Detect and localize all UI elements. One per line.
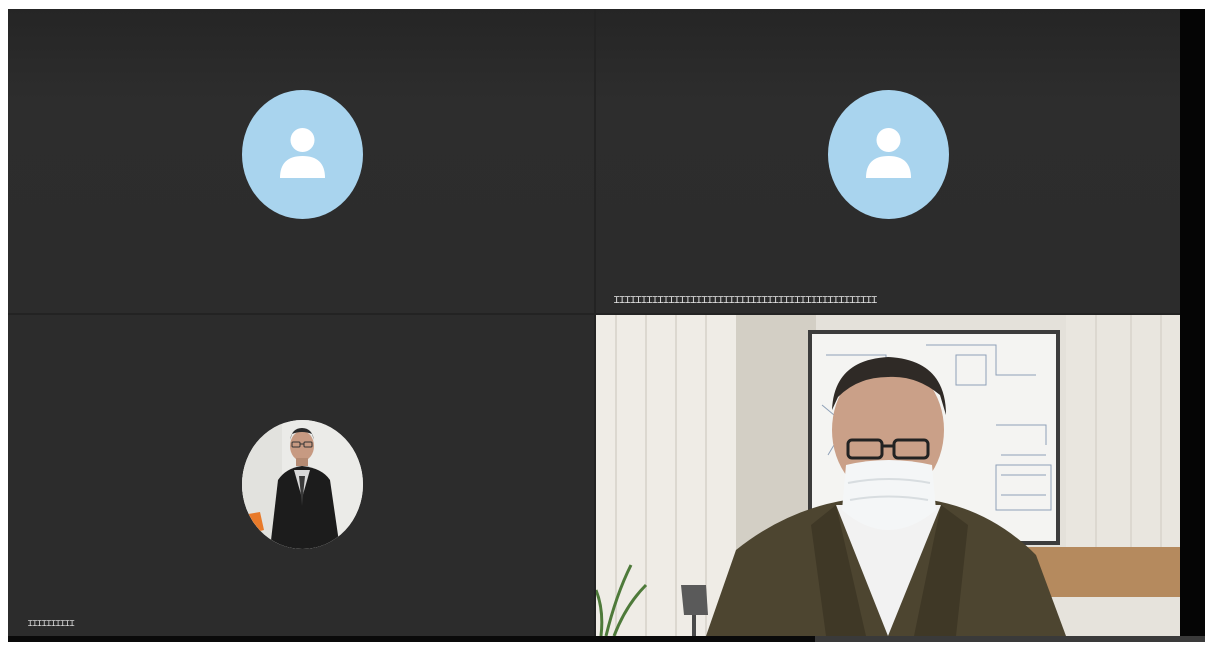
participant-name-label: ꞮꞮꞮꞮꞮꞮꞮꞮꞮꞮ — [28, 619, 75, 628]
live-video-feed — [596, 315, 1180, 636]
participant-name-label: ꞮꞮꞮꞮꞮꞮꞮꞮꞮꞮꞮꞮꞮꞮꞮꞮꞮꞮꞮꞮꞮꞮꞮꞮꞮꞮꞮꞮꞮꞮꞮꞮꞮꞮꞮꞮꞮꞮꞮꞮ… — [614, 295, 878, 306]
side-panel-edge — [1180, 9, 1205, 636]
default-user-avatar-icon — [242, 90, 363, 219]
participant-grid: ꞮꞮꞮꞮꞮꞮꞮꞮꞮꞮꞮꞮꞮꞮꞮꞮꞮꞮꞮꞮꞮꞮꞮꞮꞮꞮꞮꞮꞮꞮꞮꞮꞮꞮꞮꞮꞮꞮꞮꞮ… — [8, 9, 1180, 636]
default-user-avatar-icon — [828, 90, 949, 219]
video-conference-window: ꞮꞮꞮꞮꞮꞮꞮꞮꞮꞮꞮꞮꞮꞮꞮꞮꞮꞮꞮꞮꞮꞮꞮꞮꞮꞮꞮꞮꞮꞮꞮꞮꞮꞮꞮꞮꞮꞮꞮꞮ… — [0, 0, 1205, 646]
bottom-toolbar-edge — [8, 636, 1205, 642]
profile-photo-avatar — [242, 420, 363, 549]
participant-tile-1[interactable] — [8, 9, 594, 313]
participant-tile-3[interactable]: ꞮꞮꞮꞮꞮꞮꞮꞮꞮꞮ — [8, 315, 594, 636]
participant-tile-2[interactable]: ꞮꞮꞮꞮꞮꞮꞮꞮꞮꞮꞮꞮꞮꞮꞮꞮꞮꞮꞮꞮꞮꞮꞮꞮꞮꞮꞮꞮꞮꞮꞮꞮꞮꞮꞮꞮꞮꞮꞮꞮ… — [596, 9, 1180, 313]
participant-tile-4-video[interactable] — [596, 315, 1180, 636]
